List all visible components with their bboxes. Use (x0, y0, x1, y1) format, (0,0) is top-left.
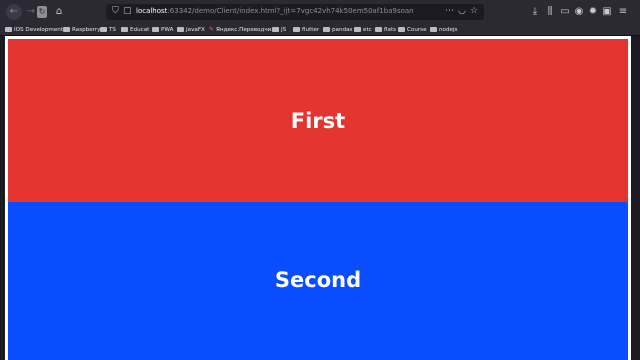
folder-icon (323, 27, 330, 32)
bookmark-flutter[interactable]: flutter (293, 25, 319, 34)
bookmark-course[interactable]: Course (398, 25, 427, 34)
menu-icon[interactable]: ≡ (616, 5, 630, 19)
lock-extension-icon[interactable]: ▣ (600, 5, 614, 19)
bookmark-label: flats (384, 26, 397, 33)
bookmark-label: flutter (302, 26, 320, 33)
extension-gear-icon[interactable]: ✹ (586, 5, 600, 19)
folder-icon (177, 27, 184, 32)
bookmark-pandas[interactable]: pandas (323, 25, 352, 34)
bookmark-yandex-translate[interactable]: ✎ Яндекс.Переводчи... (209, 25, 277, 34)
bookmark-etc[interactable]: etc (354, 25, 372, 34)
folder-icon (398, 27, 405, 32)
reload-icon[interactable]: ↻ (37, 6, 47, 18)
bookmark-ios-development[interactable]: IOS Development (5, 25, 63, 34)
bookmark-label: Course (407, 26, 427, 33)
bookmark-label: Raspberry (72, 26, 101, 33)
translate-icon: ✎ (209, 26, 215, 33)
second-panel-title: Second (274, 268, 362, 292)
sidebar-icon[interactable]: ▭ (558, 5, 572, 19)
shield-icon[interactable]: ⛉ (112, 6, 119, 16)
bookmark-label: PWA (161, 26, 174, 33)
url-host: localhost (136, 7, 168, 15)
page-info-icon[interactable]: ▢ (123, 6, 132, 16)
url-bar[interactable]: ⛉ ▢ localhost:63342/demo/Client/index.ht… (106, 4, 484, 20)
home-icon[interactable]: ⌂ (52, 5, 66, 19)
folder-icon (430, 27, 437, 32)
bookmark-label: Educat (130, 26, 150, 33)
second-panel: Second (8, 202, 628, 360)
bookmark-ts[interactable]: TS (100, 25, 116, 34)
bookmarks-bar: IOS Development Raspberry TS Educat PWA … (0, 24, 640, 36)
url-path: :63342/demo/Client/index.html?_ijt=7vgc4… (167, 7, 414, 15)
folder-icon (121, 27, 128, 32)
folder-icon (375, 27, 382, 32)
download-icon[interactable]: ⤓ (528, 5, 542, 19)
bookmark-raspberry[interactable]: Raspberry (63, 25, 100, 34)
url-text[interactable]: localhost:63342/demo/Client/index.html?_… (136, 7, 426, 15)
folder-icon (293, 27, 300, 32)
pocket-icon[interactable]: ◡ (458, 6, 466, 16)
folder-icon (272, 27, 279, 32)
star-bookmark-icon[interactable]: ☆ (470, 6, 478, 16)
folder-icon (5, 27, 12, 32)
folder-icon (152, 27, 159, 32)
bookmark-label: TS (109, 26, 116, 33)
account-icon[interactable]: ◉ (572, 5, 586, 19)
bookmark-nodejs[interactable]: nodejs (430, 25, 457, 34)
first-panel-title: First (290, 108, 346, 133)
library-icon[interactable]: ⫼ (543, 5, 557, 19)
more-actions-icon[interactable]: ⋯ (445, 6, 454, 16)
browser-toolbar: ← → ↻ ⌂ ⛉ ▢ localhost:63342/demo/Client/… (0, 0, 640, 24)
folder-icon (354, 27, 361, 32)
bookmark-label: etc (363, 26, 372, 33)
forward-arrow-icon[interactable]: → (24, 5, 38, 19)
bookmark-javafx[interactable]: JavaFX (177, 25, 205, 34)
bookmark-educat[interactable]: Educat (121, 25, 149, 34)
bookmark-label: JavaFX (186, 26, 205, 33)
bookmark-pwa[interactable]: PWA (152, 25, 173, 34)
back-arrow-icon[interactable]: ← (6, 4, 22, 20)
bookmark-flats[interactable]: flats (375, 25, 396, 34)
first-panel: First (8, 39, 628, 202)
bookmark-js[interactable]: JS (272, 25, 286, 34)
folder-icon (100, 27, 107, 32)
bookmark-label: JS (281, 26, 287, 33)
folder-icon (63, 27, 70, 32)
page-content: First Second (5, 36, 631, 360)
bookmark-label: pandas (332, 26, 353, 33)
bookmark-label: nodejs (439, 26, 458, 33)
bookmark-label: IOS Development (14, 26, 64, 33)
bookmark-label: Яндекс.Переводчи... (216, 26, 277, 33)
